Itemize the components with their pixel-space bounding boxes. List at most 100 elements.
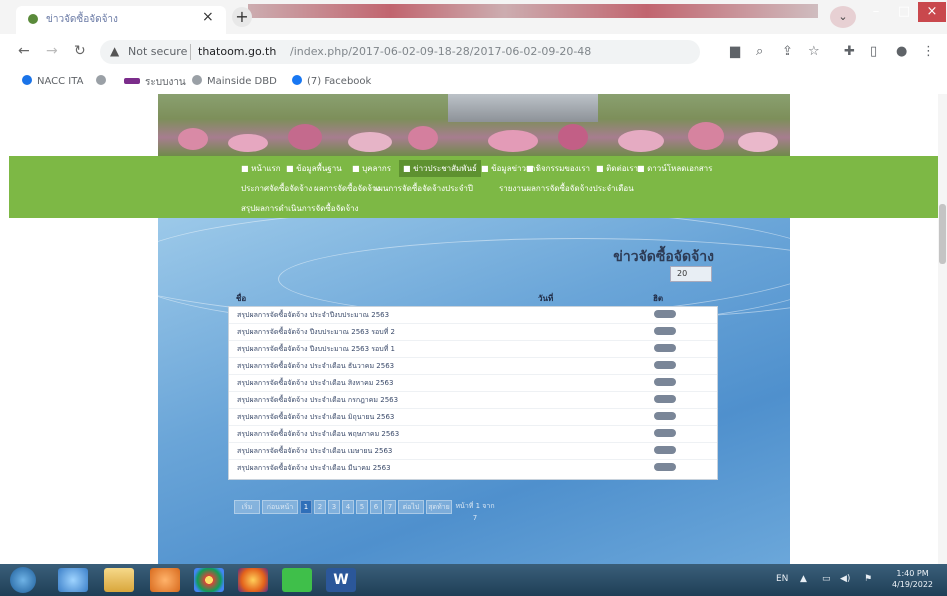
hits-badge <box>654 327 676 335</box>
bookmark-star-icon[interactable]: ☆ <box>808 44 820 59</box>
page-viewport: ■ หน้าแรก ■ ข้อมูลพื้นฐาน ■ บุคลากร ■ ข่… <box>0 94 947 564</box>
firefox-icon[interactable] <box>238 568 268 592</box>
pagination-page-1[interactable]: 1 <box>300 500 312 514</box>
flag-icon[interactable]: ⚑ <box>864 574 872 584</box>
pagination-prev[interactable]: ก่อนหน้า <box>262 500 298 514</box>
table-row: สรุปผลการจัดซื้อจัดจ้าง ประจำเดือน มีนาค… <box>229 460 717 476</box>
article-link[interactable]: สรุปผลการจัดซื้อจัดจ้าง ประจำเดือน ธันวา… <box>237 361 394 372</box>
ie-browser-icon[interactable] <box>58 568 88 592</box>
table-row: สรุปผลการจัดซื้อจัดจ้าง ประจำเดือน กรกฎา… <box>229 392 717 409</box>
submenu-procurement-summary[interactable]: สรุปผลการดำเนินการจัดซื้อจัดจ้าง <box>241 202 359 215</box>
article-link[interactable]: สรุปผลการจัดซื้อจัดจ้าง ประจำเดือน พฤษภา… <box>237 429 399 440</box>
article-link[interactable]: สรุปผลการจัดซื้อจัดจ้าง ประจำเดือน สิงหา… <box>237 378 393 389</box>
column-header-date[interactable]: วันที่ <box>538 292 553 305</box>
table-row: สรุปผลการจัดซื้อจัดจ้าง ประจำเดือน ธันวา… <box>229 358 717 375</box>
article-link[interactable]: สรุปผลการจัดซื้อจัดจ้าง ประจำเดือน มิถุน… <box>237 412 394 423</box>
main-navigation: ■ หน้าแรก ■ ข้อมูลพื้นฐาน ■ บุคลากร ■ ข่… <box>9 156 938 218</box>
facebook-icon <box>292 75 302 85</box>
pagination-page-5[interactable]: 5 <box>356 500 368 514</box>
site-header-banner <box>158 94 790 156</box>
save-page-icon[interactable]: ▆ <box>730 44 740 59</box>
bookmark-mainside-dbd[interactable]: Mainside DBD <box>192 75 277 87</box>
browser-tab[interactable]: ข่าวจัดซื้อจัดจ้าง × <box>16 6 226 34</box>
start-button-icon[interactable] <box>10 567 36 593</box>
article-link[interactable]: สรุปผลการจัดซื้อจัดจ้าง ปีงบประมาณ 2563 … <box>237 344 395 355</box>
tray-arrow-icon[interactable]: ▲ <box>800 574 807 584</box>
display-count-select[interactable]: 20 <box>670 266 712 282</box>
extensions-icon[interactable]: ✚ <box>844 44 855 59</box>
hits-badge <box>654 446 676 454</box>
maximize-icon[interactable]: □ <box>890 2 918 22</box>
close-window-icon[interactable]: × <box>918 2 946 22</box>
bookmark-facebook[interactable]: (7) Facebook <box>292 75 371 87</box>
reload-icon[interactable]: ↻ <box>74 43 86 59</box>
article-link[interactable]: สรุปผลการจัดซื้อจัดจ้าง ประจำเดือน มีนาค… <box>237 463 391 474</box>
warning-icon: ▲ <box>110 44 120 58</box>
submenu-procurement-announce[interactable]: ประกาศจัดซื้อจัดจ้าง <box>241 182 312 195</box>
article-link[interactable]: สรุปผลการจัดซื้อจัดจ้าง ประจำปีงบประมาณ … <box>237 310 389 321</box>
bookmark-nacc-ita[interactable]: NACC ITA <box>22 75 83 87</box>
pagination-page-7[interactable]: 7 <box>384 500 396 514</box>
clock-date: 4/19/2022 <box>892 580 934 589</box>
table-row: สรุปผลการจัดซื้อจัดจ้าง ปีงบประมาณ 2563 … <box>229 324 717 341</box>
pagination-page-2[interactable]: 2 <box>314 500 326 514</box>
column-header-hits[interactable]: ฮิต <box>653 292 663 305</box>
menu-home[interactable]: ■ หน้าแรก <box>241 162 281 175</box>
volume-icon[interactable]: ◀) <box>840 574 850 584</box>
media-player-icon[interactable] <box>150 568 180 592</box>
pagination-page-3[interactable]: 3 <box>328 500 340 514</box>
line-app-icon[interactable] <box>282 568 312 592</box>
article-link[interactable]: สรุปผลการจัดซื้อจัดจ้าง ปีงบประมาณ 2563 … <box>237 327 395 338</box>
share-icon[interactable]: ⇪ <box>782 44 793 59</box>
content-area: ข่าวจัดซื้อจัดจ้าง 20 ชื่อ วันที่ ฮิต สร… <box>158 218 790 564</box>
language-indicator[interactable]: EN <box>776 574 788 584</box>
file-explorer-icon[interactable] <box>104 568 134 592</box>
tab-close-icon[interactable]: × <box>202 9 214 25</box>
pagination-last[interactable]: สุดท้าย <box>426 500 452 514</box>
pagination-start[interactable]: เริ่ม <box>234 500 260 514</box>
minimize-icon[interactable]: – <box>862 2 890 22</box>
url-path: /index.php/2017-06-02-09-18-28/2017-06-0… <box>290 45 592 58</box>
menu-staff[interactable]: ■ บุคลากร <box>352 162 391 175</box>
pagination-page-4[interactable]: 4 <box>342 500 354 514</box>
table-row: สรุปผลการจัดซื้อจัดจ้าง ประจำเดือน เมษาย… <box>229 443 717 460</box>
table-row: สรุปผลการจัดซื้อจัดจ้าง ประจำเดือน มิถุน… <box>229 409 717 426</box>
url-host: thatoom.go.th <box>198 45 277 58</box>
table-header: ชื่อ วันที่ ฮิต <box>228 292 718 304</box>
address-bar[interactable]: ▲ Not secure thatoom.go.th /index.php/20… <box>100 40 700 64</box>
system-clock[interactable]: 1:40 PM 4/19/2022 <box>892 568 933 590</box>
word-icon[interactable]: W <box>326 568 356 592</box>
bookmark-globe[interactable] <box>96 75 111 87</box>
menu-downloads[interactable]: ■ ดาวน์โหลดเอกสาร <box>637 162 712 175</box>
bookmark-system[interactable]: ระบบงาน <box>124 75 186 90</box>
submenu-procurement-result[interactable]: ผลการจัดซื้อจัดจ้าง <box>314 182 380 195</box>
menu-news[interactable]: ■ ข่าวประชาสัมพันธ์ <box>399 160 481 177</box>
pagination-next[interactable]: ต่อไป <box>398 500 424 514</box>
menu-activities[interactable]: ■ กิจกรรมของเรา <box>526 162 590 175</box>
chrome-icon[interactable] <box>194 568 224 592</box>
account-icon[interactable]: ● <box>896 44 907 59</box>
column-header-title[interactable]: ชื่อ <box>236 292 246 305</box>
table-row: สรุปผลการจัดซื้อจัดจ้าง ปีงบประมาณ 2563 … <box>229 341 717 358</box>
new-tab-button[interactable]: + <box>232 7 252 27</box>
menu-kebab-icon[interactable]: ⋮ <box>922 44 935 59</box>
article-link[interactable]: สรุปผลการจัดซื้อจัดจ้าง ประจำเดือน กรกฎา… <box>237 395 398 406</box>
menu-contact[interactable]: ■ ติดต่อเรา <box>596 162 638 175</box>
scrollbar-thumb[interactable] <box>939 204 946 264</box>
back-icon[interactable]: ← <box>18 43 30 59</box>
side-panel-icon[interactable]: ▯ <box>870 44 877 59</box>
zoom-icon[interactable]: ⌕ <box>756 44 763 59</box>
page-scrollbar[interactable] <box>938 94 947 564</box>
profile-chevron-icon[interactable]: ⌄ <box>830 6 856 28</box>
page-title: ข่าวจัดซื้อจัดจ้าง <box>613 249 714 265</box>
menu-about[interactable]: ■ ข้อมูลพื้นฐาน <box>286 162 342 175</box>
forward-icon[interactable]: → <box>46 43 58 59</box>
network-icon[interactable]: ▭ <box>822 574 831 584</box>
table-row: สรุปผลการจัดซื้อจัดจ้าง ประจำเดือน พฤษภา… <box>229 426 717 443</box>
bookmark-label: Mainside DBD <box>207 76 277 87</box>
submenu-monthly-report[interactable]: รายงานผลการจัดซื้อจัดจ้างประจำเดือน <box>499 182 634 195</box>
article-link[interactable]: สรุปผลการจัดซื้อจัดจ้าง ประจำเดือน เมษาย… <box>237 446 392 457</box>
pagination-page-6[interactable]: 6 <box>370 500 382 514</box>
globe-icon <box>192 75 202 85</box>
submenu-procurement-plan[interactable]: แผนการจัดซื้อจัดจ้างประจำปี <box>373 182 473 195</box>
